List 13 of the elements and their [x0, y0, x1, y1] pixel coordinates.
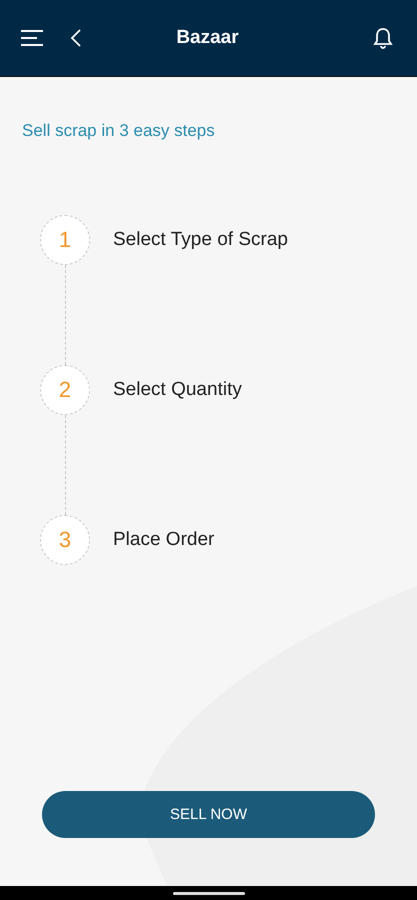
bell-icon[interactable]	[373, 27, 393, 49]
page-title: Bazaar	[175, 27, 240, 49]
step-number: 1	[40, 215, 90, 265]
sell-now-button[interactable]: SELL NOW	[42, 791, 375, 838]
home-handle[interactable]	[172, 892, 244, 894]
menu-icon[interactable]	[20, 29, 44, 47]
step-number: 2	[40, 365, 90, 415]
step-label: Place Order	[113, 529, 214, 551]
step-label: Select Type of Scrap	[113, 229, 288, 251]
step-number: 3	[40, 515, 90, 565]
subtitle: Sell scrap in 3 easy steps	[22, 121, 216, 141]
back-icon[interactable]	[70, 28, 82, 48]
step-label: Select Quantity	[113, 379, 242, 401]
